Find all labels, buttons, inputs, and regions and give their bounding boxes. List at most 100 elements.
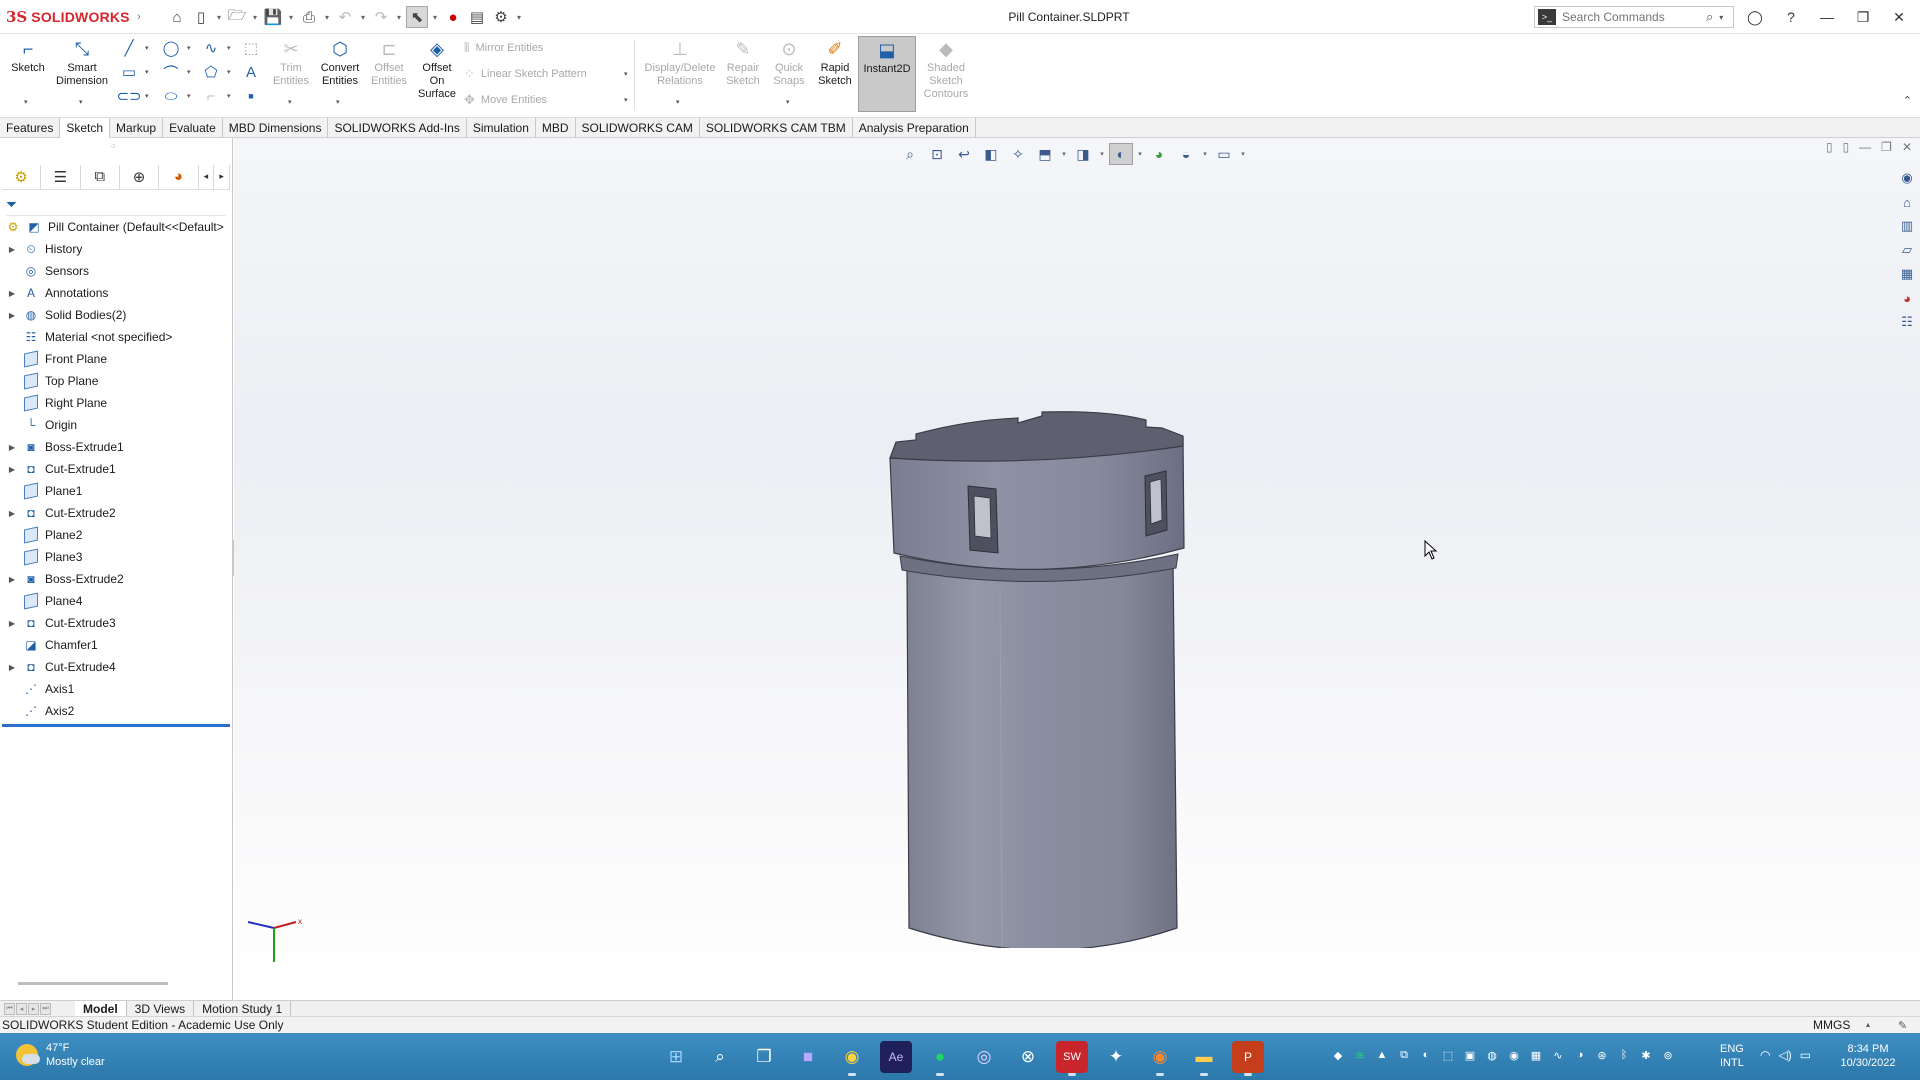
tab-motion-study-1[interactable]: Motion Study 1 [194,1000,292,1017]
graphics-area[interactable]: ⌕ ⊡ ↩ ◧ ✧ ⬒ ▾ ◨ ▾ ◐ ▾ ◕ ◒ ▾ ▭ ▾ ▯ ▯ — ❐ … [234,138,1920,1000]
ellipse-tool-icon[interactable]: ⬭ [160,86,182,106]
property-manager-icon[interactable]: ☰ [41,164,81,189]
new-dropdown-icon[interactable]: ▾ [214,13,224,22]
tray-app-10-icon[interactable]: ⊚ [1660,1047,1676,1063]
search-commands-box[interactable]: >_ ⌕ ▾ [1534,6,1734,28]
spline-dropdown-icon[interactable]: ▾ [227,44,231,52]
spotify-icon[interactable]: ● [924,1041,956,1076]
hide-show-dropdown-icon[interactable]: ▾ [1136,150,1144,158]
tree-item-plane2[interactable]: Plane2 [0,524,232,546]
filter-icon[interactable]: ⏷ [6,196,17,213]
arc-tool-icon[interactable]: ⌒ [160,62,182,82]
after-effects-icon[interactable]: Ae [880,1041,912,1073]
discord-tray-icon[interactable]: ◐ [1418,1047,1434,1063]
tab-markup[interactable]: Markup [110,118,164,138]
slot-dropdown-icon[interactable]: ▾ [145,92,149,100]
tray-app-8-icon[interactable]: ⊛ [1594,1047,1610,1063]
tray-app-3-icon[interactable]: ◍ [1484,1047,1500,1063]
rapid-sketch-button[interactable]: ✐ Rapid Sketch [814,38,856,88]
print-dropdown-icon[interactable]: ▾ [322,13,332,22]
weather-widget[interactable]: 47°F Mostly clear [16,1041,105,1069]
xbox-icon[interactable]: ⊗ [1012,1041,1044,1073]
options-dropdown-icon[interactable]: ▾ [514,13,524,22]
help-icon[interactable]: ? [1776,5,1806,29]
new-document-icon[interactable]: ▯ [190,6,212,28]
tab-mbd-dimensions[interactable]: MBD Dimensions [223,118,329,138]
tree-item-boss-extrude1[interactable]: ▶ ◙ Boss-Extrude1 [0,436,232,458]
last-tab-icon[interactable]: ⏭ [40,1002,51,1015]
display-style-icon[interactable]: ◨ [1071,143,1095,165]
trim-entities-button[interactable]: ✂ Trim Entities [268,38,314,88]
expand-arrow-icon[interactable]: ▶ [6,509,18,518]
units-dropdown-icon[interactable]: ▴ [1866,1017,1870,1033]
expand-arrow-icon[interactable]: ▶ [6,465,18,474]
tree-item-plane4[interactable]: Plane4 [0,590,232,612]
appearances-icon[interactable]: ◕ [1896,288,1918,308]
solidworks-logo[interactable]: 3S SOLIDWORKS [6,8,130,26]
filter-row[interactable]: ⏷ [6,194,226,216]
offset-on-surface-button[interactable]: ◈ Offset On Surface [414,38,460,101]
tree-item-solid-bodies-2[interactable]: ▶ ◍ Solid Bodies(2) [0,304,232,326]
flyout-arrow-icon[interactable]: › [128,6,150,28]
mirror-entities-button[interactable]: ⫴ Mirror Entities [464,38,543,58]
tree-item-right-plane[interactable]: Right Plane [0,392,232,414]
prev-tab-icon[interactable]: ◂ [16,1002,27,1015]
convert-entities-button[interactable]: ⬡ Convert Entities [316,38,364,88]
file-explorer-icon[interactable]: ▬ [1188,1041,1220,1076]
powerpoint-icon[interactable]: P [1232,1041,1264,1076]
firefox-icon[interactable]: ◉ [1144,1041,1176,1076]
tab-analysis-preparation[interactable]: Analysis Preparation [853,118,976,138]
view-orientation-dropdown-icon[interactable]: ▾ [1060,150,1068,158]
spline-tool-icon[interactable]: ∿ [200,38,222,58]
home-icon[interactable]: ⌂ [166,6,188,28]
save-icon[interactable]: 💾 [262,6,284,28]
print-icon[interactable]: ⎙ [298,6,320,28]
dimxpert-manager-icon[interactable]: ⊕ [120,164,160,189]
undo-icon[interactable]: ↶ [334,6,356,28]
tree-item-cut-extrude3[interactable]: ▶ ◘ Cut-Extrude3 [0,612,232,634]
tray-app-6-icon[interactable]: ∿ [1550,1047,1566,1063]
quick-snaps-dropdown-icon[interactable]: ▾ [786,98,790,106]
options-gear-icon[interactable]: ⚙ [490,6,512,28]
scroll-right-icon[interactable]: ▸ [214,164,231,189]
rebuild-icon[interactable]: ● [442,6,464,28]
linear-sketch-pattern-button[interactable]: ⁘ Linear Sketch Pattern [464,64,587,84]
zoom-to-fit-icon[interactable]: ⌕ [898,143,922,165]
redo-icon[interactable]: ↷ [370,6,392,28]
arc-dropdown-icon[interactable]: ▾ [187,68,191,76]
view-settings-icon[interactable]: ▭ [1212,143,1236,165]
search-icon[interactable]: ⌕ [704,1041,736,1073]
tree-root-part[interactable]: ⚙ ◩ Pill Container (Default<<Default> [0,216,232,238]
apply-scene-dropdown-icon[interactable]: ▾ [1201,150,1209,158]
task-view-icon[interactable]: ❐ [748,1041,780,1073]
solidworks-app-icon[interactable]: SW [1056,1041,1088,1076]
text-tool-icon[interactable]: A [240,62,262,82]
expand-arrow-icon[interactable]: ▶ [6,575,18,584]
select-dropdown-icon[interactable]: ▾ [430,13,440,22]
tree-item-axis2[interactable]: ⋰ Axis2 [0,700,232,722]
line-tool-icon[interactable]: ╱ [118,38,140,58]
tree-item-axis1[interactable]: ⋰ Axis1 [0,678,232,700]
solidworks-resources-icon[interactable]: ◉ [1896,168,1918,188]
rollback-bar[interactable] [2,724,230,727]
windows-start-icon[interactable]: ⊞ [660,1041,692,1073]
dynamic-annotation-icon[interactable]: ✧ [1006,143,1030,165]
teams-chat-icon[interactable]: ■ [792,1041,824,1073]
tab-mbd[interactable]: MBD [536,118,576,138]
home-icon[interactable]: ⌂ [1896,192,1918,212]
next-tab-icon[interactable]: ▸ [28,1002,39,1015]
section-view-icon[interactable]: ◧ [979,143,1003,165]
design-library-icon[interactable]: ▥ [1896,216,1918,236]
undo-dropdown-icon[interactable]: ▾ [358,13,368,22]
offset-entities-button[interactable]: ⊏ Offset Entities [366,38,412,88]
rebuild-status-icon[interactable]: ✎ [1898,1018,1907,1034]
file-properties-icon[interactable]: ▤ [466,6,488,28]
expand-arrow-icon[interactable]: ▶ [6,619,18,628]
system-status-icons[interactable]: ◠ ◁) ▭ [1760,1048,1811,1062]
previous-view-icon[interactable]: ↩ [952,143,976,165]
tab-3d-views[interactable]: 3D Views [127,1000,195,1017]
quick-snaps-button[interactable]: ⊙ Quick Snaps [768,38,810,88]
unit-system-selector[interactable]: MMGS [1813,1017,1850,1033]
tree-item-history[interactable]: ▶ ⏲ History [0,238,232,260]
open-dropdown-icon[interactable]: ▾ [250,13,260,22]
